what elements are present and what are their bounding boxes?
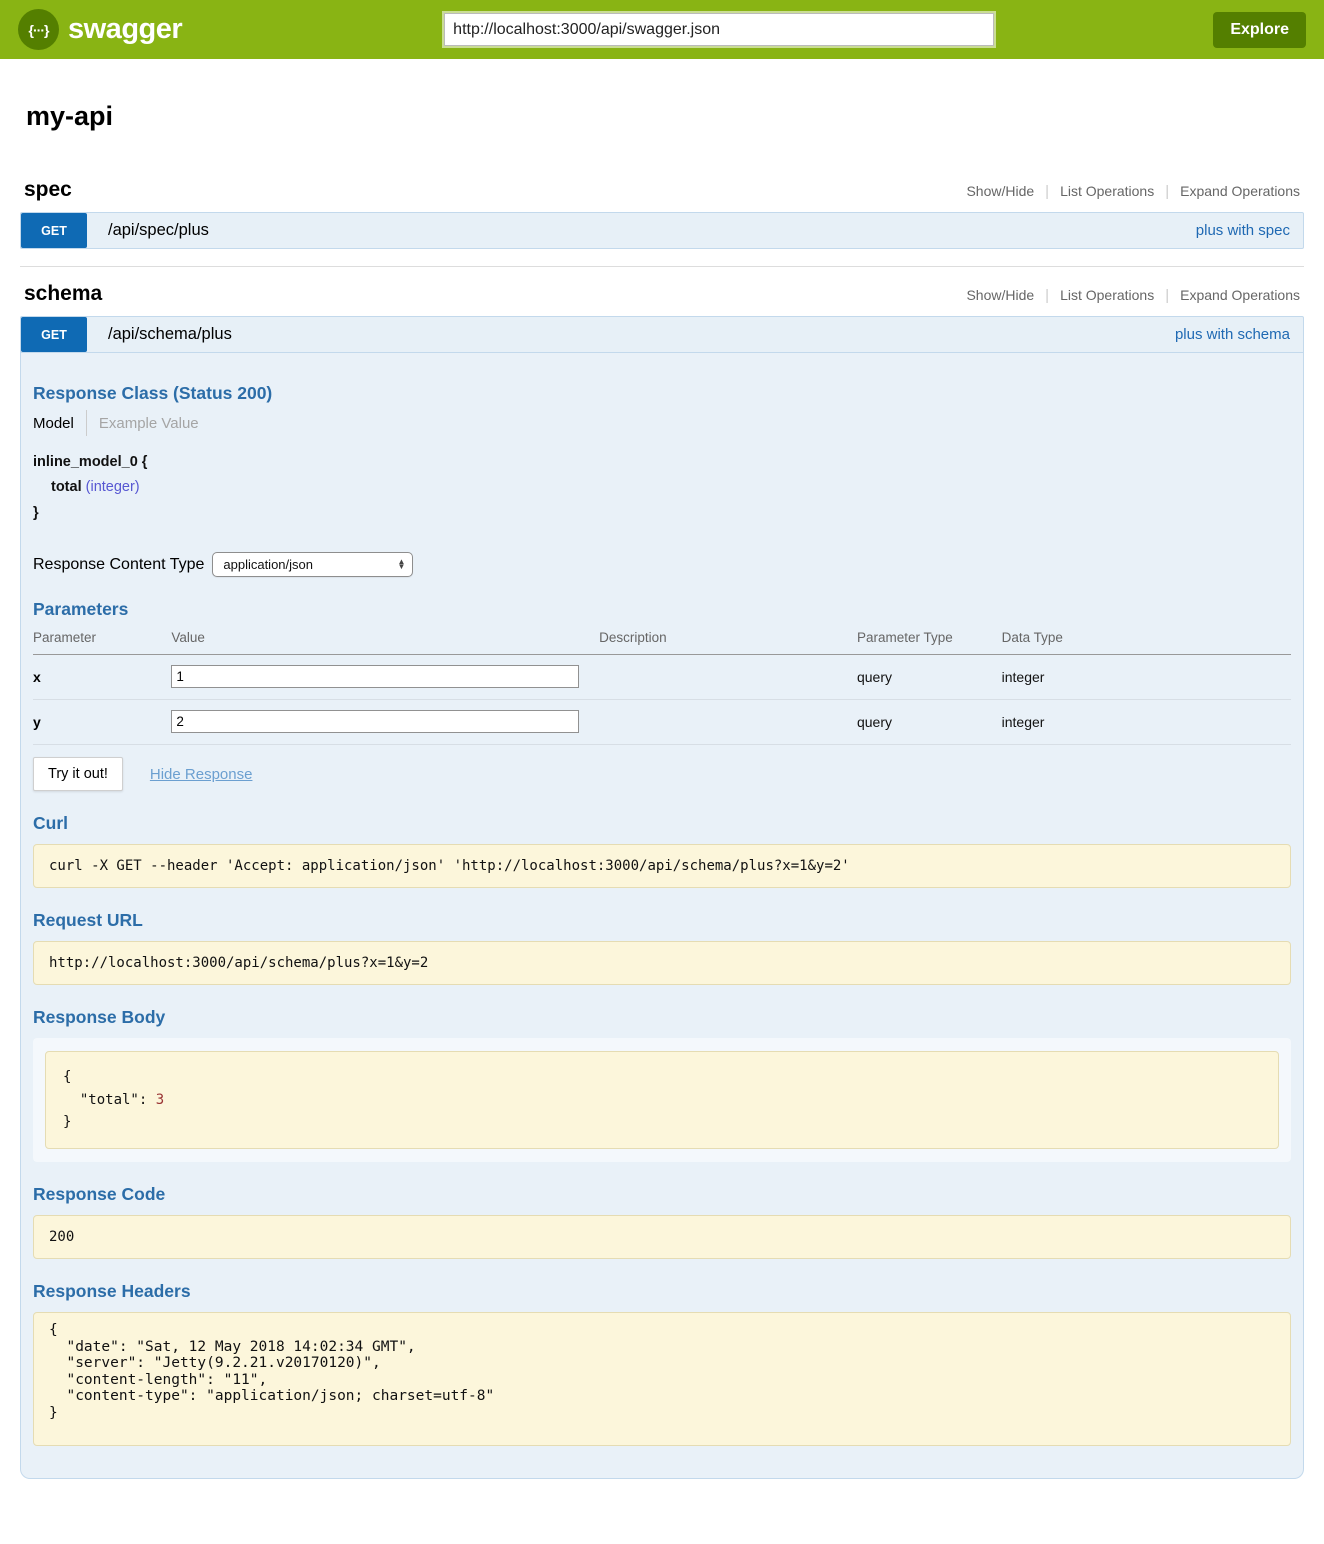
json-open-brace: {	[63, 1069, 71, 1085]
json-colon: :	[139, 1092, 156, 1108]
curl-heading: Curl	[33, 813, 1291, 834]
parameters-heading: Parameters	[33, 599, 1291, 620]
model-tabs: Model Example Value	[33, 410, 1291, 436]
model-signature: inline_model_0 { total (integer) }	[33, 450, 1291, 526]
brand-title: swagger	[68, 13, 182, 46]
param-name-x: x	[33, 655, 171, 700]
link-separator: |	[1045, 287, 1049, 304]
model-close-brace: }	[33, 501, 1291, 526]
json-value-total: 3	[156, 1092, 164, 1108]
endpoint-path-schema[interactable]: /api/schema/plus	[108, 325, 232, 344]
param-data-type-y: integer	[1002, 700, 1291, 745]
param-type-x: query	[857, 655, 1002, 700]
link-separator: |	[1045, 183, 1049, 200]
link-separator: |	[1165, 287, 1169, 304]
link-separator: |	[1165, 183, 1169, 200]
parameters-table: Parameter Value Description Parameter Ty…	[33, 624, 1291, 745]
json-key-total: "total"	[63, 1092, 139, 1108]
list-operations-link-spec[interactable]: List Operations	[1060, 183, 1154, 199]
endpoint-path-spec[interactable]: /api/spec/plus	[108, 221, 209, 240]
resource-divider	[20, 266, 1304, 267]
parameters-header-row: Parameter Value Description Parameter Ty…	[33, 624, 1291, 655]
get-method-badge: GET	[21, 213, 87, 248]
request-url-heading: Request URL	[33, 910, 1291, 931]
response-headers-block: { "date": "Sat, 12 May 2018 14:02:34 GMT…	[33, 1312, 1291, 1446]
json-close-brace: }	[63, 1114, 71, 1130]
page-title: my-api	[26, 101, 1298, 132]
col-description: Description	[599, 624, 857, 655]
show-hide-link-schema[interactable]: Show/Hide	[966, 287, 1034, 303]
response-content-type-row: Response Content Type application/json ▲…	[33, 552, 1291, 577]
resource-header-spec: spec Show/Hide | List Operations | Expan…	[24, 178, 1300, 202]
response-content-type-label: Response Content Type	[33, 556, 204, 574]
top-header-bar: {···} swagger Explore	[0, 0, 1324, 59]
col-parameter-type: Parameter Type	[857, 624, 1002, 655]
col-value: Value	[171, 624, 599, 655]
model-property: total (integer)	[51, 475, 1291, 500]
response-body-container: { "total": 3 }	[33, 1038, 1291, 1162]
resource-title-schema: schema	[24, 282, 966, 306]
show-hide-link-spec[interactable]: Show/Hide	[966, 183, 1034, 199]
col-data-type: Data Type	[1002, 624, 1291, 655]
tab-model[interactable]: Model	[33, 415, 74, 432]
try-it-out-row: Try it out! Hide Response	[33, 757, 1291, 791]
tab-example-value[interactable]: Example Value	[99, 415, 199, 432]
resource-title-spec: spec	[24, 178, 966, 202]
response-code-heading: Response Code	[33, 1184, 1291, 1205]
curl-command-block: curl -X GET --header 'Accept: applicatio…	[33, 844, 1291, 888]
select-arrows-icon: ▲▼	[397, 560, 405, 570]
param-description-y	[599, 700, 857, 745]
hide-response-link[interactable]: Hide Response	[150, 766, 253, 783]
response-content-type-selected: application/json	[223, 557, 313, 572]
swagger-logo-icon: {···}	[18, 9, 59, 50]
param-type-y: query	[857, 700, 1002, 745]
expand-operations-link-spec[interactable]: Expand Operations	[1180, 183, 1300, 199]
resource-controls-schema: Show/Hide | List Operations | Expand Ope…	[966, 287, 1300, 304]
response-body-heading: Response Body	[33, 1007, 1291, 1028]
try-it-out-button[interactable]: Try it out!	[33, 757, 123, 791]
param-value-input-x[interactable]	[171, 665, 579, 688]
response-content-type-select[interactable]: application/json ▲▼	[212, 552, 413, 577]
parameter-row-y: y query integer	[33, 700, 1291, 745]
model-property-name: total	[51, 479, 82, 495]
param-data-type-x: integer	[1002, 655, 1291, 700]
param-description-x	[599, 655, 857, 700]
main-content: my-api spec Show/Hide | List Operations …	[0, 101, 1324, 1479]
endpoint-row-schema-plus[interactable]: GET /api/schema/plus plus with schema	[20, 316, 1304, 353]
resource-header-schema: schema Show/Hide | List Operations | Exp…	[24, 282, 1300, 306]
param-name-y: y	[33, 700, 171, 745]
explore-button[interactable]: Explore	[1213, 12, 1306, 48]
endpoint-row-spec-plus[interactable]: GET /api/spec/plus plus with spec	[20, 212, 1304, 249]
endpoint-nickname-spec[interactable]: plus with spec	[1196, 222, 1290, 239]
response-headers-heading: Response Headers	[33, 1281, 1291, 1302]
spec-url-input[interactable]	[444, 13, 994, 46]
endpoint-nickname-schema[interactable]: plus with schema	[1175, 326, 1290, 343]
expand-operations-link-schema[interactable]: Expand Operations	[1180, 287, 1300, 303]
col-parameter: Parameter	[33, 624, 171, 655]
model-open-brace: inline_model_0 {	[33, 450, 1291, 475]
list-operations-link-schema[interactable]: List Operations	[1060, 287, 1154, 303]
parameter-row-x: x query integer	[33, 655, 1291, 700]
response-body-block: { "total": 3 }	[45, 1051, 1279, 1149]
operation-expanded-panel: Response Class (Status 200) Model Exampl…	[20, 353, 1304, 1479]
get-method-badge: GET	[21, 317, 87, 352]
response-code-block: 200	[33, 1215, 1291, 1259]
resource-controls-spec: Show/Hide | List Operations | Expand Ope…	[966, 183, 1300, 200]
swagger-brand-link[interactable]: {···} swagger	[18, 9, 182, 50]
model-property-type: (integer)	[86, 479, 140, 495]
param-value-input-y[interactable]	[171, 710, 579, 733]
tab-divider	[86, 410, 87, 436]
request-url-block: http://localhost:3000/api/schema/plus?x=…	[33, 941, 1291, 985]
response-class-heading: Response Class (Status 200)	[33, 383, 1291, 404]
